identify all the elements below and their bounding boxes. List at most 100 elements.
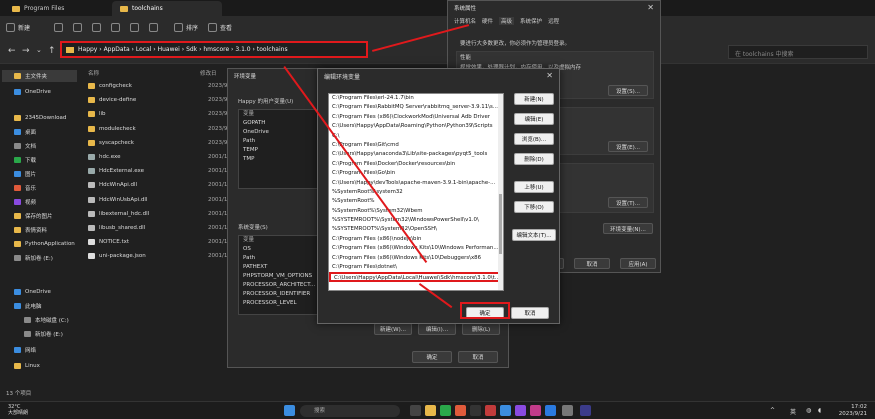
path-row[interactable]: C:\Program Files\dotnet\ (329, 263, 503, 272)
edit-text-button[interactable]: 编辑文本(T)... (512, 229, 556, 241)
sidebar-item[interactable]: Linux (14, 360, 40, 372)
tab-remote[interactable]: 远程 (548, 17, 559, 25)
list-item[interactable]: HdcWinUsbApi.dll 2001/1/1 (88, 194, 233, 206)
dropdown-icon[interactable]: ⌄ (36, 46, 42, 54)
back-icon[interactable]: ← (8, 46, 16, 56)
user-vars-list[interactable]: 变量 GOPATH OneDrive Path TEMP TMP (238, 109, 318, 189)
env-cancel-button[interactable]: 取消 (458, 351, 498, 363)
sort-button[interactable]: 排序 (174, 22, 198, 32)
address-bar[interactable]: Happy › AppData › Local › Huawei › Sdk ›… (60, 41, 368, 58)
sidebar-item[interactable]: 下载 (14, 154, 36, 166)
system-var-row[interactable]: PROCESSOR_IDENTIFIER (239, 290, 317, 299)
tab-hardware[interactable]: 硬件 (482, 17, 493, 25)
delete-icon[interactable] (149, 22, 159, 32)
edit-path-button[interactable]: 编辑(E) (514, 113, 554, 125)
list-item[interactable]: HdcExternal.exe 2001/1/1 (88, 165, 233, 177)
system-var-row[interactable]: OS (239, 245, 317, 254)
sidebar-item[interactable]: 音乐 (14, 182, 36, 194)
sidebar-item[interactable]: 新加卷 (E:) (24, 328, 63, 340)
list-item[interactable]: lib 2023/9/21 (88, 108, 236, 120)
system-var-row[interactable]: Path (239, 254, 317, 263)
list-item[interactable]: device-define 2023/9/21 (88, 94, 236, 106)
weather-widget[interactable]: 32°C 大部晴朗 (8, 404, 28, 416)
network-icon[interactable]: ◍ (806, 407, 811, 414)
path-row[interactable]: %SystemRoot%\system32 (329, 188, 503, 197)
system-new-button[interactable]: 新建(W)... (374, 323, 412, 335)
user-var-row[interactable]: Path (239, 137, 317, 146)
list-item[interactable]: libexternal_hdc.dll 2001/1/1 (88, 208, 233, 220)
system-var-row[interactable]: PATHEXT (239, 263, 317, 272)
user-var-row[interactable]: TEMP (239, 146, 317, 155)
sidebar-item[interactable]: 保存的图片 (14, 210, 53, 222)
tab-advanced[interactable]: 高级 (499, 17, 515, 25)
path-row[interactable]: %SYSTEMROOT%\System32\WindowsPowerShell\… (329, 216, 503, 225)
delete-path-button[interactable]: 删除(D) (514, 153, 554, 165)
close-icon[interactable]: ✕ (647, 3, 654, 12)
sidebar-item[interactable]: 此电脑 (14, 300, 42, 312)
user-var-row[interactable]: GOPATH (239, 119, 317, 128)
system-vars-list[interactable]: 变量 OS Path PATHEXT PHPSTORM_VM_OPTIONS PROCE… (238, 235, 318, 315)
edge-icon[interactable] (440, 405, 451, 416)
user-var-row[interactable]: TMP (239, 155, 317, 164)
list-item[interactable]: modulecheck 2023/9/21 (88, 123, 236, 135)
edit-cancel-button[interactable]: 取消 (511, 307, 549, 319)
app-icon-4[interactable] (515, 405, 526, 416)
paste-icon[interactable] (92, 22, 102, 32)
view-button[interactable]: 查看 (208, 22, 232, 32)
sidebar-item[interactable]: OneDrive (14, 86, 51, 98)
sidebar-item[interactable]: 视频 (14, 196, 36, 208)
taskbar-search[interactable]: 搜索 (300, 405, 400, 417)
volume-icon[interactable]: ◖ (818, 407, 821, 414)
list-item[interactable]: libusb_shared.dll 2001/1/1 (88, 222, 233, 234)
path-row[interactable]: C:\Users\Happy\AppData\Roaming\Python\Py… (329, 122, 503, 131)
path-row[interactable]: C:\Program Files (x86)\ClockworkMod\Univ… (329, 113, 503, 122)
path-row[interactable]: %SYSTEMROOT%\System32\OpenSSH\ (329, 225, 503, 234)
column-header-name[interactable]: 名称 (88, 69, 99, 77)
list-item[interactable]: uni-package.json 2001/1/1 (88, 250, 233, 262)
path-list[interactable]: C:\Program Files\erl-24.1.7\bin C:\Progra… (328, 93, 504, 291)
sidebar-item[interactable]: 本地磁盘 (C:) (24, 314, 69, 326)
tab-system-protection[interactable]: 系统保护 (520, 17, 542, 25)
sidebar-item[interactable]: PythonApplication (14, 238, 75, 250)
path-row[interactable]: C:\Users\Happy\devTools\apache-maven-3.9… (329, 179, 503, 188)
move-up-button[interactable]: 上移(U) (514, 181, 554, 193)
app-icon-3[interactable] (500, 405, 511, 416)
tab-program-files[interactable]: Program Files (4, 1, 72, 16)
system-var-row[interactable]: PHPSTORM_VM_OPTIONS (239, 272, 317, 281)
system-var-row[interactable]: PROCESSOR_LEVEL (239, 299, 317, 308)
scrollbar[interactable] (498, 94, 503, 290)
cancel-button[interactable]: 取消 (574, 258, 610, 269)
column-header-date[interactable]: 修改日 (200, 69, 217, 77)
path-row[interactable]: C:\Program Files (x86)\nodejs\bin (329, 235, 503, 244)
sidebar-item[interactable]: 网络 (14, 344, 36, 356)
path-row[interactable]: %SystemRoot% (329, 197, 503, 206)
sidebar-item[interactable]: 2345Download (14, 112, 66, 124)
move-down-button[interactable]: 下移(O) (514, 201, 554, 213)
path-row[interactable]: C:\ (329, 132, 503, 141)
list-item[interactable]: HdcWinApi.dll 2001/1/1 (88, 179, 233, 191)
cut-icon[interactable] (54, 22, 64, 32)
path-row[interactable]: C:\Program Files\Git\cmd (329, 141, 503, 150)
list-item[interactable]: NOTICE.txt 2001/1/1 (88, 236, 233, 248)
chrome-icon[interactable] (455, 405, 466, 416)
app-icon-6[interactable] (580, 405, 591, 416)
path-row[interactable]: C:\Users\Happy\anaconda3\Lib\site-packag… (329, 150, 503, 159)
scrollbar-thumb[interactable] (499, 194, 502, 254)
browse-button[interactable]: 浏览(B)... (514, 133, 554, 145)
path-row[interactable]: C:\Program Files\Go\bin (329, 169, 503, 178)
share-icon[interactable] (130, 22, 140, 32)
start-icon[interactable] (284, 405, 295, 416)
system-edit-button[interactable]: 编辑(I)... (418, 323, 456, 335)
profiles-settings-button[interactable]: 设置(E)... (608, 141, 648, 152)
new-path-button[interactable]: 新建(N) (514, 93, 554, 105)
taskview-icon[interactable] (410, 405, 421, 416)
sidebar-item[interactable]: 桌面 (14, 126, 36, 138)
path-row[interactable]: C:\Program Files\RabbitMQ Server\rabbitm… (329, 103, 503, 112)
copy-icon[interactable] (73, 22, 83, 32)
user-var-row[interactable]: OneDrive (239, 128, 317, 137)
rename-icon[interactable] (111, 22, 121, 32)
chevron-up-icon[interactable]: ^ (770, 407, 775, 414)
system-var-row[interactable]: PROCESSOR_ARCHITECT... (239, 281, 317, 290)
app-icon[interactable] (470, 405, 481, 416)
path-row[interactable]: C:\Program Files\erl-24.1.7\bin (329, 94, 503, 103)
